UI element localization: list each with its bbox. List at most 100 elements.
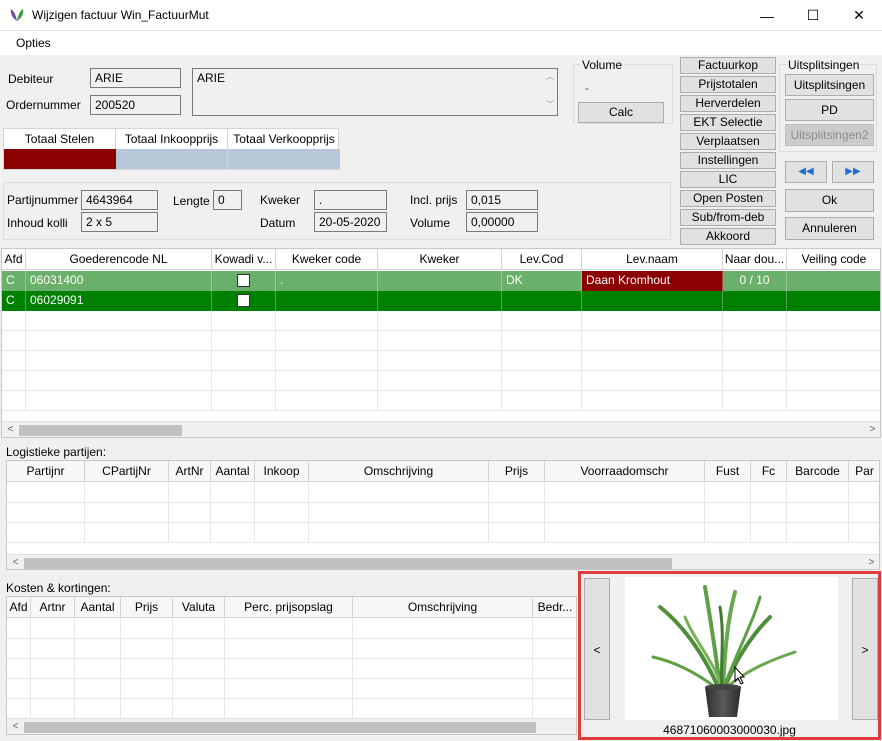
maximize-button[interactable]: ☐ (790, 0, 836, 31)
annuleren-button[interactable]: Annuleren (785, 217, 874, 240)
scroll-left-icon[interactable]: < (7, 555, 24, 569)
prijstotalen-button[interactable]: Prijstotalen (680, 76, 776, 93)
logistiek-col-header[interactable]: Par (849, 461, 879, 481)
note-textarea[interactable]: ARIE ︿ ﹀ (192, 68, 558, 116)
main-grid-col-header[interactable]: Lev.Cod (502, 249, 582, 269)
scroll-thumb[interactable] (24, 558, 672, 569)
scroll-right-icon[interactable]: > (863, 555, 879, 569)
kosten-col-header[interactable]: Afd (7, 597, 31, 617)
logistiek-hscrollbar[interactable]: < > (7, 554, 879, 569)
main-grid-empty-row[interactable] (2, 391, 880, 411)
scroll-down-icon[interactable]: ﹀ (546, 99, 554, 110)
logistiek-col-header[interactable]: Partijnr (7, 461, 85, 481)
table-cell[interactable]: C (2, 291, 26, 311)
table-row[interactable]: C 06031400. DK Daan Kromhout 0 / 10 (2, 271, 880, 291)
table-cell[interactable]: 06031400 (26, 271, 212, 291)
table-cell[interactable]: DK (502, 271, 582, 291)
scroll-thumb[interactable] (24, 722, 536, 733)
table-cell[interactable]: 0 / 10 (723, 271, 787, 291)
kosten-col-header[interactable]: Artnr (31, 597, 75, 617)
logistiek-empty-row[interactable] (7, 503, 879, 523)
incl-prijs-field[interactable]: 0,015 (466, 190, 538, 210)
main-grid-col-header[interactable]: Afd (2, 249, 26, 269)
ok-button[interactable]: Ok (785, 189, 874, 212)
table-cell[interactable]: 06029091 (26, 291, 212, 311)
main-grid-empty-row[interactable] (2, 311, 880, 331)
kosten-empty-row[interactable] (7, 659, 576, 679)
kosten-col-header[interactable]: Valuta (173, 597, 225, 617)
logistiek-col-header[interactable]: Omschrijving (309, 461, 489, 481)
inhoud-kolli-field[interactable]: 2 x 5 (81, 212, 158, 232)
lengte-field[interactable]: 0 (213, 190, 242, 210)
table-cell[interactable] (582, 291, 723, 311)
main-grid-col-header[interactable]: Naar dou... (723, 249, 787, 269)
main-grid-col-header[interactable]: Goederencode NL (26, 249, 212, 269)
kosten-empty-row[interactable] (7, 639, 576, 659)
kosten-col-header[interactable]: Aantal (75, 597, 121, 617)
table-cell[interactable] (378, 271, 502, 291)
logistiek-col-header[interactable]: Barcode (787, 461, 849, 481)
volume-field[interactable]: 0,00000 (466, 212, 538, 232)
main-grid-col-header[interactable]: Veiling code (787, 249, 880, 269)
close-button[interactable]: ✕ (836, 0, 882, 31)
kosten-col-header[interactable]: Perc. prijsopslag (225, 597, 353, 617)
table-row[interactable]: C 06029091 (2, 291, 880, 311)
logistiek-empty-row[interactable] (7, 523, 879, 543)
main-grid-col-header[interactable]: Kowadi v... (212, 249, 276, 269)
image-prev-button[interactable]: < (584, 578, 610, 720)
kosten-empty-row[interactable] (7, 679, 576, 699)
calc-button[interactable]: Calc (578, 102, 664, 123)
table-cell[interactable] (276, 291, 378, 311)
datum-field[interactable]: 20-05-2020 (314, 212, 387, 232)
herverdelen-button[interactable]: Herverdelen (680, 95, 776, 112)
sub-from-deb-button[interactable]: Sub/from-deb (680, 209, 776, 226)
akkoord-button[interactable]: Akkoord (680, 228, 776, 245)
table-cell[interactable] (378, 291, 502, 311)
image-next-button[interactable]: > (852, 578, 878, 720)
logistiek-col-header[interactable]: Fust (705, 461, 751, 481)
table-cell[interactable]: . (276, 271, 378, 291)
scroll-right-icon[interactable]: > (864, 422, 880, 437)
logistiek-col-header[interactable]: Voorraadomschr (545, 461, 705, 481)
logistiek-col-header[interactable]: Inkoop (255, 461, 309, 481)
factuurkop-button[interactable]: Factuurkop (680, 57, 776, 74)
table-cell[interactable]: C (2, 271, 26, 291)
logistiek-col-header[interactable]: Aantal (211, 461, 255, 481)
kosten-empty-row[interactable] (7, 699, 576, 719)
main-grid-empty-row[interactable] (2, 371, 880, 391)
kosten-col-header[interactable]: Omschrijving (353, 597, 533, 617)
main-grid-empty-row[interactable] (2, 351, 880, 371)
minimize-button[interactable]: — (744, 0, 790, 31)
uitsplitsingen2-button[interactable]: Uitsplitsingen2 (785, 124, 874, 146)
instellingen-button[interactable]: Instellingen (680, 152, 776, 169)
partijnummer-field[interactable]: 4643964 (81, 190, 158, 210)
uitsplitsingen-button[interactable]: Uitsplitsingen (785, 74, 874, 96)
main-grid-col-header[interactable]: Kweker code (276, 249, 378, 269)
kosten-col-header[interactable]: Prijs (121, 597, 173, 617)
menu-opties[interactable]: Opties (16, 36, 51, 50)
table-cell[interactable]: Daan Kromhout (582, 271, 723, 291)
kosten-hscrollbar[interactable]: < (7, 718, 576, 734)
logistiek-col-header[interactable]: Fc (751, 461, 787, 481)
main-grid-empty-row[interactable] (2, 331, 880, 351)
scroll-thumb[interactable] (19, 425, 182, 436)
table-cell[interactable] (723, 291, 787, 311)
rewind-button[interactable]: ◀◀ (785, 161, 827, 183)
kosten-empty-row[interactable] (7, 619, 576, 639)
table-cell[interactable] (212, 271, 276, 291)
logistiek-col-header[interactable]: CPartijNr (85, 461, 169, 481)
kosten-col-header[interactable]: Bedr... (533, 597, 576, 617)
logistiek-empty-row[interactable] (7, 483, 879, 503)
open-posten-button[interactable]: Open Posten (680, 190, 776, 207)
kowadi-checkbox[interactable] (237, 274, 250, 287)
table-cell[interactable] (502, 291, 582, 311)
scroll-left-icon[interactable]: < (2, 422, 19, 437)
scroll-up-icon[interactable]: ︿ (546, 71, 554, 82)
main-grid-col-header[interactable]: Kweker (378, 249, 502, 269)
main-grid-col-header[interactable]: Lev.naam (582, 249, 723, 269)
pd-button[interactable]: PD (785, 99, 874, 121)
table-cell[interactable] (787, 291, 880, 311)
scroll-left-icon[interactable]: < (7, 719, 24, 734)
forward-button[interactable]: ▶▶ (832, 161, 874, 183)
logistiek-col-header[interactable]: ArtNr (169, 461, 211, 481)
